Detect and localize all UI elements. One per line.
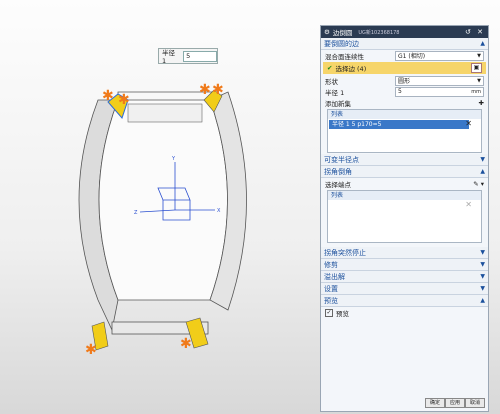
- svg-text:✱: ✱: [85, 342, 97, 358]
- endpoint-picker-icon[interactable]: ✎ ▾: [473, 180, 484, 188]
- setback-list: 列表 ✕: [327, 190, 482, 243]
- graphics-viewport[interactable]: ✱ ✱ ✱ ✱ ✱ ✱ Y Z X 半径 1 5: [0, 0, 320, 414]
- cube-icon[interactable]: ▣: [471, 63, 482, 73]
- radius-unit: mm: [471, 88, 481, 95]
- delete-icon[interactable]: ✕: [465, 119, 472, 128]
- check-icon: ✔: [327, 64, 333, 72]
- list-header: 列表: [328, 110, 481, 119]
- section-preview[interactable]: 预览 ▲: [321, 295, 488, 307]
- section-variable-radius-label: 可变半径点: [324, 155, 359, 164]
- reset-close-icons[interactable]: ↺ ✕: [465, 28, 485, 36]
- chevron-down-icon: ▼: [477, 77, 481, 84]
- select-edge-label: 选择边 (4): [335, 65, 367, 73]
- radius1-input[interactable]: 5 mm: [395, 86, 484, 97]
- svg-text:Z: Z: [134, 210, 138, 216]
- apply-button[interactable]: 应用: [445, 398, 465, 408]
- shape-row: 形状 圆形 ▼: [321, 75, 488, 86]
- section-edges[interactable]: 要倒圆的边 ▲: [321, 38, 488, 50]
- section-settings[interactable]: 设置 ▼: [321, 283, 488, 295]
- shape-value: 圆形: [398, 78, 411, 85]
- radius1-row: 半径 1 5 mm: [321, 86, 488, 97]
- add-set-icon[interactable]: ✚: [479, 99, 484, 107]
- svg-text:✱: ✱: [102, 88, 114, 104]
- dialog-title: 边倒圆: [332, 29, 353, 37]
- blend-continuity-value: G1 (相切): [398, 53, 426, 60]
- svg-text:✱: ✱: [180, 336, 192, 352]
- chevron-down-icon: ▼: [477, 52, 481, 59]
- section-corner-setback-label: 拐角倒角: [324, 167, 352, 176]
- preview-row: ✓ 预览: [321, 307, 488, 318]
- svg-text:X: X: [217, 208, 221, 214]
- list-empty-area: [328, 130, 481, 152]
- section-overflow-label: 溢出解: [324, 272, 345, 281]
- select-edge-row[interactable]: ✔ 选择边 (4) ▣: [323, 62, 486, 74]
- list2-empty-area: [328, 200, 481, 242]
- edge-blend-dialog: ⚙ 边倒圆 UG新102368178 ↺ ✕ 要倒圆的边 ▲ 混合面连续性 G1…: [320, 25, 489, 412]
- section-corner-setback[interactable]: 拐角倒角 ▲: [321, 166, 488, 178]
- section-corner-stop[interactable]: 拐角突然停止 ▼: [321, 247, 488, 259]
- delete-icon[interactable]: ✕: [465, 200, 472, 209]
- list2-header: 列表: [328, 191, 481, 200]
- section-edges-label: 要倒圆的边: [324, 39, 359, 48]
- preview-checkbox[interactable]: ✓: [325, 308, 333, 317]
- radius1-value: 5: [398, 88, 402, 95]
- svg-text:✱: ✱: [212, 82, 224, 98]
- select-endpoint-row: 选择端点 ✎ ▾: [321, 178, 488, 189]
- chevron-up-icon[interactable]: ▲: [480, 297, 485, 304]
- section-variable-radius[interactable]: 可变半径点 ▼: [321, 154, 488, 166]
- shape-select[interactable]: 圆形 ▼: [395, 75, 484, 86]
- chevron-down-icon[interactable]: ▼: [480, 285, 485, 292]
- shape-label: 形状: [325, 77, 338, 86]
- blend-continuity-row: 混合面连续性 G1 (相切) ▼: [321, 50, 488, 61]
- gear-icon[interactable]: ⚙: [324, 28, 330, 36]
- chevron-down-icon[interactable]: ▼: [480, 249, 485, 256]
- section-corner-stop-label: 拐角突然停止: [324, 248, 366, 257]
- svg-text:✱: ✱: [118, 92, 130, 108]
- ok-button[interactable]: 确定: [425, 398, 445, 408]
- blend-continuity-select[interactable]: G1 (相切) ▼: [395, 50, 484, 61]
- section-trim[interactable]: 修剪 ▼: [321, 259, 488, 271]
- chevron-down-icon[interactable]: ▼: [480, 261, 485, 268]
- radius-list: 列表 半径 1 5 p170=5 ✕: [327, 109, 482, 153]
- preview-checkbox-label: 预览: [336, 309, 349, 318]
- section-trim-label: 修剪: [324, 260, 338, 269]
- blend-continuity-label: 混合面连续性: [325, 52, 364, 61]
- radius-tip-value[interactable]: 5: [183, 50, 217, 62]
- section-settings-label: 设置: [324, 284, 338, 293]
- add-new-set-row: 添加新集 ✚: [321, 97, 488, 108]
- radius-onscreen-input[interactable]: 半径 1 5: [158, 48, 218, 65]
- section-preview-label: 预览: [324, 296, 338, 305]
- chevron-up-icon[interactable]: ▲: [480, 168, 485, 175]
- chevron-down-icon[interactable]: ▼: [480, 273, 485, 280]
- dialog-subtitle: UG新102368178: [358, 29, 400, 36]
- radius1-label: 半径 1: [325, 88, 345, 97]
- svg-text:✱: ✱: [199, 82, 211, 98]
- list-item[interactable]: 半径 1 5 p170=5: [329, 120, 469, 129]
- add-new-set-label: 添加新集: [325, 99, 351, 108]
- radius-tip-label: 半径 1: [162, 49, 175, 65]
- cancel-button[interactable]: 取消: [465, 398, 485, 408]
- chevron-down-icon[interactable]: ▼: [480, 156, 485, 163]
- dialog-titlebar: ⚙ 边倒圆 UG新102368178 ↺ ✕: [321, 26, 488, 38]
- top-slot: [117, 91, 213, 100]
- select-endpoint-label: 选择端点: [325, 180, 351, 189]
- section-overflow[interactable]: 溢出解 ▼: [321, 271, 488, 283]
- chevron-up-icon[interactable]: ▲: [480, 40, 485, 47]
